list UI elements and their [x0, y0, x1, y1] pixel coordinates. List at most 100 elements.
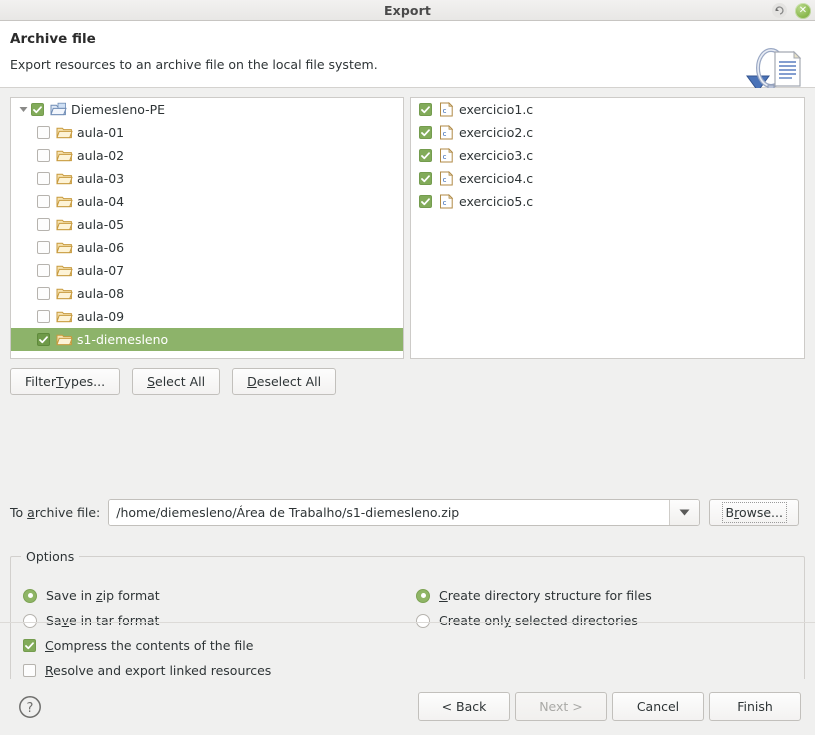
options-left-column: Save in zip format Save in tar format Comp…: [23, 583, 271, 683]
browse-button[interactable]: Browse...: [709, 499, 800, 526]
file-item-label: exercicio1.c: [459, 102, 534, 117]
tree-row[interactable]: aula-01: [11, 121, 403, 144]
folder-icon: [56, 309, 77, 324]
cancel-button[interactable]: Cancel: [612, 692, 704, 721]
tree-row-label: aula-01: [77, 125, 125, 140]
tree-row-checkbox[interactable]: [37, 264, 50, 277]
archive-file-row: To archive file: Browse...: [10, 499, 805, 526]
option-row[interactable]: Create only selected directories: [416, 608, 652, 633]
left-option-radio[interactable]: [23, 613, 37, 628]
svg-text:c: c: [443, 199, 447, 207]
file-list-item[interactable]: c exercicio4.c: [411, 167, 804, 190]
dialog-body: Diemesleno-PE aula-01 aula-02 aula-03 aula-0…: [0, 88, 815, 691]
tree-row-label: aula-03: [77, 171, 125, 186]
option-row[interactable]: Save in zip format: [23, 583, 271, 608]
tree-row-checkbox[interactable]: [37, 241, 50, 254]
svg-text:c: c: [443, 130, 447, 138]
file-list-item[interactable]: c exercicio3.c: [411, 144, 804, 167]
window-titlebar: Export ✕: [0, 0, 815, 21]
tree-row[interactable]: aula-09: [11, 305, 403, 328]
archive-file-input[interactable]: [109, 500, 670, 525]
chevron-down-icon[interactable]: [669, 500, 700, 525]
file-item-checkbox[interactable]: [419, 195, 432, 208]
finish-button[interactable]: Finish: [709, 692, 801, 721]
next-button: Next >: [515, 692, 607, 721]
tree-row-checkbox[interactable]: [37, 218, 50, 231]
export-archive-file-dialog: Export ✕ Archive file Export resources t…: [0, 0, 815, 735]
tree-row-checkbox[interactable]: [37, 126, 50, 139]
dialog-footer: ? < Back Next > Cancel Finish: [0, 679, 815, 735]
option-label: Save in zip format: [46, 588, 160, 603]
file-item-checkbox[interactable]: [419, 103, 432, 116]
tree-row-checkbox[interactable]: [37, 149, 50, 162]
option-label: Resolve and export linked resources: [45, 663, 272, 678]
option-row[interactable]: Save in tar format: [23, 608, 271, 633]
c-source-file-icon: c: [438, 148, 459, 163]
tree-row-label: s1-diemesleno: [77, 332, 169, 347]
folder-icon: [56, 194, 77, 209]
deselect-all-label-post: eselect All: [256, 374, 322, 389]
svg-text:c: c: [443, 153, 447, 161]
right-option-radio[interactable]: [416, 613, 430, 628]
tree-row[interactable]: aula-05: [11, 213, 403, 236]
open-folder-blue-icon: [50, 102, 71, 117]
left-option-checkbox[interactable]: [23, 664, 36, 677]
folder-icon: [56, 125, 77, 140]
filter-types-button[interactable]: Filter Types...: [10, 368, 121, 395]
deselect-all-button[interactable]: Deselect All: [232, 368, 337, 395]
tree-row-checkbox[interactable]: [37, 333, 50, 346]
tree-row[interactable]: aula-03: [11, 167, 403, 190]
tree-row-label: Diemesleno-PE: [71, 102, 166, 117]
tree-row-label: aula-09: [77, 309, 125, 324]
c-source-file-icon: c: [438, 125, 459, 140]
option-label: Save in tar format: [46, 613, 160, 628]
tree-row-label: aula-02: [77, 148, 125, 163]
select-all-button[interactable]: Select All: [132, 368, 221, 395]
c-source-file-icon: c: [438, 171, 459, 186]
tree-row-root[interactable]: Diemesleno-PE: [11, 98, 403, 121]
tree-row[interactable]: aula-08: [11, 282, 403, 305]
option-row[interactable]: Create directory structure for files: [416, 583, 652, 608]
page-title: Archive file: [10, 31, 96, 47]
file-list-item[interactable]: c exercicio5.c: [411, 190, 804, 213]
file-item-checkbox[interactable]: [419, 149, 432, 162]
tree-row-checkbox[interactable]: [37, 172, 50, 185]
restore-icon[interactable]: [772, 3, 787, 18]
file-list-item[interactable]: c exercicio2.c: [411, 121, 804, 144]
tree-row-checkbox[interactable]: [37, 287, 50, 300]
archive-file-label: To archive file:: [10, 505, 100, 520]
tree-row-label: aula-07: [77, 263, 125, 278]
selection-buttons: Filter Types... Select All Deselect All: [10, 368, 337, 395]
back-button[interactable]: < Back: [418, 692, 510, 721]
close-icon[interactable]: ✕: [795, 2, 811, 19]
folder-icon: [56, 263, 77, 278]
tree-row[interactable]: aula-02: [11, 144, 403, 167]
option-row[interactable]: Compress the contents of the file: [23, 633, 271, 658]
file-item-checkbox[interactable]: [419, 172, 432, 185]
file-list-item[interactable]: c exercicio1.c: [411, 98, 804, 121]
help-question-icon[interactable]: ?: [18, 695, 42, 722]
tree-row[interactable]: aula-04: [11, 190, 403, 213]
tree-root-checkbox[interactable]: [31, 103, 44, 116]
tree-row[interactable]: aula-07: [11, 259, 403, 282]
file-item-checkbox[interactable]: [419, 126, 432, 139]
folder-icon: [56, 148, 77, 163]
folder-tree-panel[interactable]: Diemesleno-PE aula-01 aula-02 aula-03 aula-0…: [10, 97, 404, 359]
select-all-label-post: elect All: [155, 374, 206, 389]
select-all-mnemonic: S: [147, 374, 156, 389]
expand-collapse-arrow-icon[interactable]: [15, 106, 31, 113]
file-item-label: exercicio5.c: [459, 194, 534, 209]
tree-row[interactable]: aula-06: [11, 236, 403, 259]
left-option-radio[interactable]: [23, 588, 37, 603]
right-option-radio[interactable]: [416, 588, 430, 603]
browse-label-pre: B: [725, 505, 735, 520]
left-option-checkbox[interactable]: [23, 639, 36, 652]
tree-row-checkbox[interactable]: [37, 310, 50, 323]
footer-separator: [0, 622, 815, 623]
tree-row-checkbox[interactable]: [37, 195, 50, 208]
browse-label-post: owse...: [738, 505, 783, 520]
browse-label: Browse...: [721, 502, 788, 523]
archive-file-combo[interactable]: [108, 499, 701, 526]
tree-row[interactable]: s1-diemesleno: [11, 328, 403, 351]
file-list-panel[interactable]: c exercicio1.c c exercicio2.c c exercicio3.c c…: [410, 97, 805, 359]
